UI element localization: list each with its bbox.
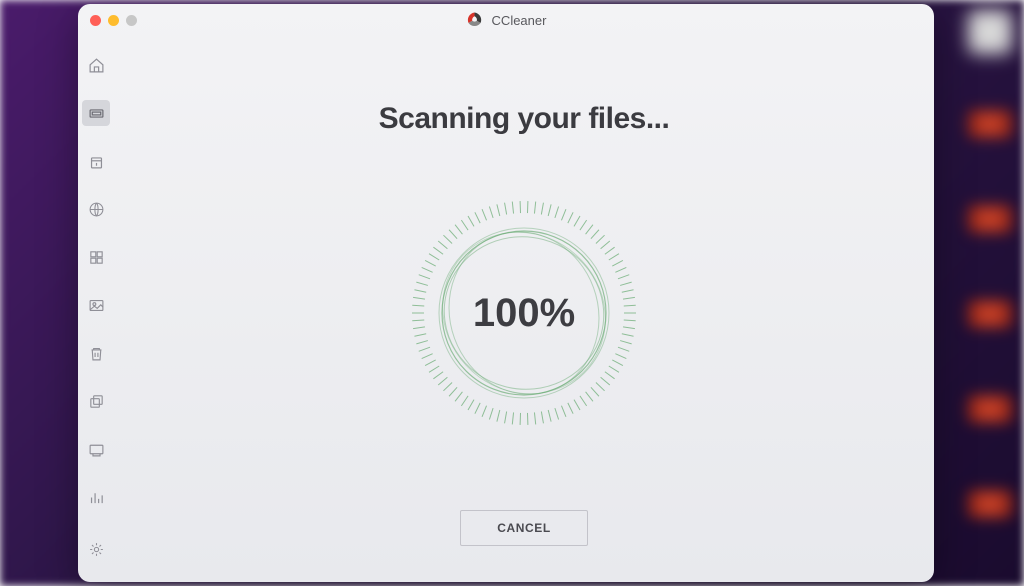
sidebar-item-duplicates[interactable]	[82, 388, 110, 414]
clean-icon	[88, 153, 105, 170]
cancel-button[interactable]: CANCEL	[460, 510, 588, 546]
uninstaller-icon	[88, 441, 105, 458]
background-blur-item	[968, 205, 1012, 233]
sidebar-item-trash[interactable]	[82, 340, 110, 366]
background-blur-item	[968, 395, 1012, 423]
app-logo-icon	[466, 11, 484, 29]
maximize-window-button[interactable]	[126, 15, 137, 26]
sidebar-item-photos[interactable]	[82, 292, 110, 318]
sidebar-item-apps[interactable]	[82, 244, 110, 270]
main-content: Scanning your files... 100% CANCEL	[114, 36, 934, 582]
app-title: CCleaner	[492, 13, 547, 28]
sidebar-item-analyzer[interactable]	[82, 484, 110, 510]
trash-icon	[88, 345, 105, 362]
minimize-window-button[interactable]	[108, 15, 119, 26]
scan-icon	[88, 105, 105, 122]
settings-icon	[88, 541, 105, 558]
title-center: CCleaner	[466, 11, 547, 29]
sidebar-item-scan[interactable]	[82, 100, 110, 126]
sidebar-item-uninstaller[interactable]	[82, 436, 110, 462]
duplicates-icon	[88, 393, 105, 410]
progress-ring: 100%	[409, 198, 639, 428]
web-icon	[88, 201, 105, 218]
app-window: CCleaner	[78, 4, 934, 582]
background-blur-item	[968, 490, 1012, 518]
home-icon	[88, 57, 105, 74]
progress-percentage: 100%	[473, 291, 575, 336]
close-window-button[interactable]	[90, 15, 101, 26]
analyzer-icon	[88, 489, 105, 506]
sidebar-item-clean[interactable]	[82, 148, 110, 174]
sidebar	[78, 36, 114, 582]
scan-title: Scanning your files...	[379, 102, 670, 136]
sidebar-item-web[interactable]	[82, 196, 110, 222]
sidebar-item-home[interactable]	[82, 52, 110, 78]
body-area: Scanning your files... 100% CANCEL	[78, 36, 934, 582]
photos-icon	[88, 297, 105, 314]
sidebar-item-settings[interactable]	[82, 536, 110, 562]
traffic-lights	[78, 15, 137, 26]
background-blur-item	[968, 110, 1012, 138]
background-blur-item	[968, 300, 1012, 328]
background-blur-app	[968, 10, 1012, 54]
titlebar: CCleaner	[78, 4, 934, 36]
apps-icon	[88, 249, 105, 266]
